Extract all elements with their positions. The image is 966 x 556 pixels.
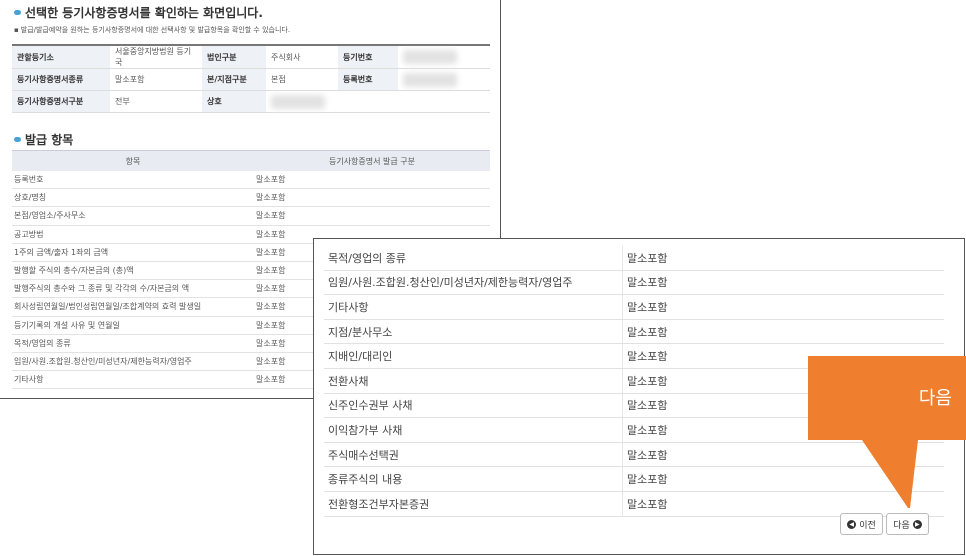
row-item: 지배인/대리인 — [324, 343, 623, 369]
row-item: 신주인수권부 사채 — [324, 393, 623, 419]
trade-name-label: 상호 — [202, 90, 266, 113]
row-value: 말소포함 — [622, 294, 944, 320]
row-value: 말소포함 — [622, 319, 944, 345]
table-row: 등기사항증명서종류 말소포함 본/지점구분 본점 등록번호 — [12, 68, 490, 91]
next-button[interactable]: 다음 ▶ — [886, 513, 929, 535]
row-item: 전환사채 — [324, 368, 623, 394]
prev-button-label: 이전 — [859, 520, 876, 531]
row-item: 회사성립연월일/법인성립연월일/조합계약의 효력 발생일 — [12, 297, 254, 317]
heading-bullet-icon — [14, 9, 21, 15]
row-value: 말소포함 — [622, 246, 944, 271]
reg-num-value — [398, 68, 490, 91]
redacted-value — [271, 94, 325, 109]
row-item: 상호/명칭 — [12, 188, 254, 208]
row-item: 등록번호 — [12, 171, 254, 190]
table-row: 등록번호 말소포함 — [12, 171, 490, 190]
page-title: 선택한 등기사항증명서를 확인하는 화면입니다. — [25, 5, 263, 20]
callout-text: 다음 — [918, 388, 952, 409]
row-item: 발행주식의 총수와 그 종류 및 각각의 수/자본금의 액 — [12, 279, 254, 299]
row-item: 목적/영업의 종류 — [324, 246, 623, 271]
page-heading: 선택한 등기사항증명서를 확인하는 화면입니다. — [0, 0, 500, 24]
row-item: 목적/영업의 종류 — [12, 334, 254, 353]
table-row: 상호/명칭 말소포함 — [12, 188, 490, 208]
cert-type-label: 등기사항증명서종류 — [12, 68, 110, 91]
chevron-right-icon: ▶ — [912, 519, 922, 529]
notice-dot-icon: ▪ — [14, 26, 19, 34]
section-title: 발급 항목 — [25, 132, 74, 147]
row-item: 발행할 주식의 총수/자본금의 (총)액 — [12, 261, 254, 281]
table-header-row: 항목 등기사항증명서 발급 구분 — [12, 150, 490, 171]
row-item: 등기기록의 개설 사유 및 연월일 — [12, 316, 254, 335]
table-row: 주식매수선택권 말소포함 — [324, 442, 944, 468]
row-item: 기타사항 — [12, 370, 254, 390]
row-item: 주식매수선택권 — [324, 442, 623, 468]
section-bullet-icon — [14, 136, 21, 142]
table-row: 종류주식의 내용 말소포함 — [324, 466, 944, 492]
row-item: 기타사항 — [324, 294, 623, 320]
certificate-info-table: 관할등기소 서울중앙지방법원 등기국 법인구분 주식회사 등기번호 등기사항증명… — [12, 44, 490, 113]
row-item: 지점/분사무소 — [324, 319, 623, 345]
reg-no-value — [398, 45, 490, 69]
table-row: 지점/분사무소 말소포함 — [324, 319, 944, 345]
reg-num-label: 등록번호 — [338, 68, 398, 91]
next-button-label: 다음 — [893, 520, 910, 531]
table-row: 등기사항증명서구분 전부 상호 — [12, 90, 490, 113]
table-row: 기타사항 말소포함 — [324, 294, 944, 320]
callout-pointer-icon — [862, 440, 918, 508]
row-item: 종류주식의 내용 — [324, 466, 623, 492]
court-value: 서울중앙지방법원 등기국 — [110, 45, 202, 69]
cert-type-value: 말소포함 — [110, 68, 202, 91]
redacted-value — [403, 72, 457, 87]
table-row: 임원/사원.조합원.청산인/미성년자/제한능력자/영업주 말소포함 — [324, 270, 944, 296]
trade-name-value — [266, 90, 490, 113]
court-label: 관할등기소 — [12, 45, 110, 69]
row-item: 이익참가부 사채 — [324, 417, 623, 443]
row-item: 임원/사원.조합원.청산인/미성년자/제한능력자/영업주 — [324, 270, 623, 296]
row-item: 임원/사원.조합원.청산인/미성년자/제한능력자/영업주 — [12, 352, 254, 372]
redacted-value — [403, 50, 457, 64]
prev-button[interactable]: ◀ 이전 — [840, 513, 883, 535]
row-item: 본점/영업소/주사무소 — [12, 206, 254, 226]
row-value: 말소포함 — [622, 270, 944, 296]
cert-div-label: 등기사항증명서구분 — [12, 90, 110, 113]
row-value: 말소포함 — [254, 188, 490, 208]
corp-type-label: 법인구분 — [202, 45, 266, 69]
cert-div-value: 전부 — [110, 90, 202, 113]
table-row: 본점/영업소/주사무소 말소포함 — [12, 206, 490, 226]
row-item: 공고방법 — [12, 225, 254, 244]
column-header-issue-type: 등기사항증명서 발급 구분 — [254, 150, 490, 171]
reg-no-label: 등기번호 — [338, 45, 398, 69]
notice-text: ▪ 발급/발급예약을 원하는 등기사항증명서에 대한 선택사항 및 발급항목을 확… — [0, 24, 500, 37]
branch-value: 본점 — [266, 68, 338, 91]
row-item: 전환형조건부자본증권 — [324, 491, 623, 517]
table-row: 관할등기소 서울중앙지방법원 등기국 법인구분 주식회사 등기번호 — [12, 45, 490, 69]
chevron-left-icon: ◀ — [847, 519, 857, 529]
callout-box: 다음 — [808, 356, 966, 440]
row-value: 말소포함 — [254, 171, 490, 190]
row-value: 말소포함 — [254, 206, 490, 226]
notice-label: 발급/발급예약을 원하는 등기사항증명서에 대한 선택사항 및 발급항목을 확인… — [20, 26, 291, 34]
table-row: 목적/영업의 종류 말소포함 — [324, 246, 944, 271]
branch-label: 본/지점구분 — [202, 68, 266, 91]
column-header-item: 항목 — [12, 150, 254, 171]
row-item: 1주의 금액/출자 1좌의 금액 — [12, 243, 254, 262]
section-heading: 발급 항목 — [0, 127, 500, 151]
corp-type-value: 주식회사 — [266, 45, 338, 69]
